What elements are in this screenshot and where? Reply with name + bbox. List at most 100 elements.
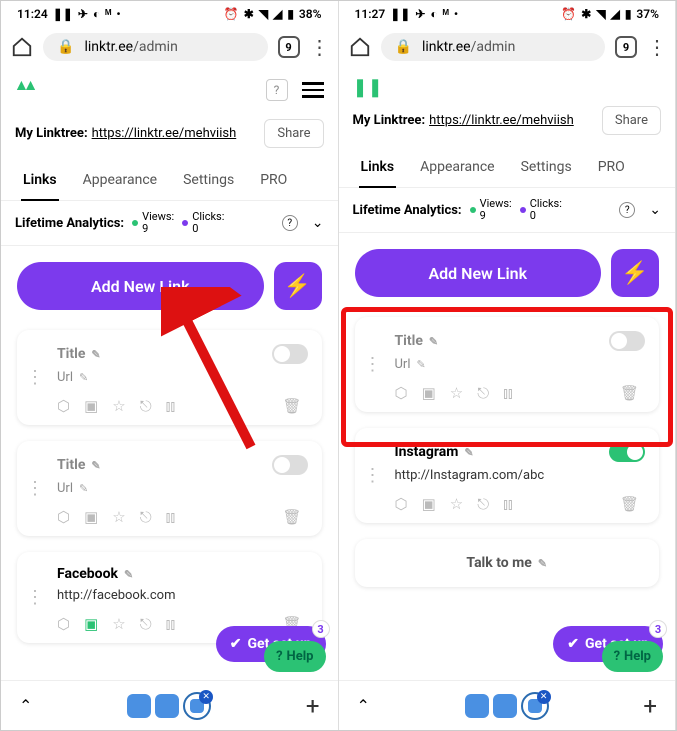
thumbnail-icon[interactable]: ⬡ [395, 495, 408, 513]
schedule-icon[interactable]: ⎋ [140, 615, 152, 633]
tab-links[interactable]: Links [359, 149, 397, 187]
pencil-icon[interactable]: ✎ [79, 371, 88, 384]
drag-handle-icon[interactable]: ⋮ [355, 428, 391, 523]
share-button[interactable]: Share [602, 106, 661, 135]
tab-appearance[interactable]: Appearance [418, 149, 496, 187]
tab-icon[interactable] [155, 694, 179, 718]
pencil-icon[interactable]: ✎ [124, 568, 133, 581]
chevron-down-icon[interactable]: ⌄ [312, 215, 324, 231]
chart-icon[interactable]: ⫾⫾ [503, 384, 513, 402]
status-time: 11:24 [17, 7, 48, 21]
schedule-icon[interactable]: ⎋ [140, 508, 152, 526]
link-card: ⋮ Instagram✎ http://Instagram.com/abc ⬡ … [355, 428, 660, 523]
trash-icon[interactable]: 🗑 [620, 384, 639, 402]
talk-to-me-card[interactable]: Talk to me ✎ [355, 539, 660, 587]
image-icon[interactable]: ▣ [84, 615, 98, 633]
tab-count[interactable]: 9 [278, 36, 300, 58]
tab-icon[interactable] [493, 694, 517, 718]
toggle-switch[interactable] [272, 455, 308, 475]
url-path: /admin [133, 39, 178, 55]
help-badge-icon[interactable]: ? [266, 79, 288, 101]
pencil-icon[interactable]: ✎ [429, 335, 438, 348]
add-new-link-button[interactable]: Add New Link [355, 249, 602, 297]
chart-icon[interactable]: ⫾⫾ [166, 615, 176, 633]
star-icon[interactable]: ☆ [112, 397, 125, 415]
toggle-switch[interactable] [609, 331, 645, 351]
tab-settings[interactable]: Settings [181, 162, 236, 200]
tab-icon[interactable] [127, 694, 151, 718]
home-icon[interactable] [349, 37, 371, 57]
pencil-icon[interactable]: ✎ [464, 446, 473, 459]
question-icon[interactable]: ? [282, 215, 298, 231]
help-button[interactable]: ?Help [602, 641, 663, 672]
trash-icon[interactable]: 🗑 [282, 397, 301, 415]
tab-pro[interactable]: PRO [596, 149, 627, 187]
card-url: Url✎ [57, 481, 308, 496]
app-header: ? [1, 69, 338, 111]
image-icon[interactable]: ▣ [84, 397, 98, 415]
tab-links[interactable]: Links [21, 162, 59, 200]
url-bar[interactable]: 🔒 linktr.ee/admin [43, 33, 268, 61]
thumbnail-icon[interactable]: ⬡ [57, 615, 70, 633]
schedule-icon[interactable]: ⎋ [477, 384, 489, 402]
pencil-icon[interactable]: ✎ [417, 358, 426, 371]
pencil-icon[interactable]: ✎ [91, 348, 100, 361]
add-new-link-button[interactable]: Add New Link [17, 262, 264, 310]
chart-icon[interactable]: ⫾⫾ [503, 495, 513, 513]
drag-handle-icon[interactable]: ⋮ [17, 330, 53, 425]
hamburger-menu-icon[interactable] [302, 82, 324, 98]
thumbnail-icon[interactable]: ⬡ [57, 397, 70, 415]
plus-icon[interactable]: + [643, 692, 657, 720]
pencil-icon[interactable]: ✎ [538, 557, 547, 570]
url-bar[interactable]: 🔒 linktr.ee/admin [381, 33, 606, 61]
toggle-switch[interactable] [272, 344, 308, 364]
schedule-icon[interactable]: ⎋ [140, 397, 152, 415]
my-linktree-url[interactable]: https://linktr.ee/mehviish [429, 113, 574, 128]
star-icon[interactable]: ☆ [450, 384, 463, 402]
browser-menu-icon[interactable]: ⋮ [647, 35, 665, 59]
tab-settings[interactable]: Settings [519, 149, 574, 187]
drag-handle-icon[interactable]: ⋮ [355, 317, 391, 412]
my-linktree-row: My Linktree: https://linktr.ee/mehviish … [1, 111, 338, 156]
share-button[interactable]: Share [264, 119, 323, 148]
plus-icon[interactable]: + [306, 692, 320, 720]
star-icon[interactable]: ☆ [112, 615, 125, 633]
bolt-button[interactable]: ⚡ [274, 262, 322, 310]
pencil-icon[interactable]: ✎ [79, 482, 88, 495]
chart-icon[interactable]: ⫾⫾ [166, 397, 176, 415]
close-icon[interactable]: ✕ [537, 690, 551, 704]
schedule-icon[interactable]: ⎋ [477, 495, 489, 513]
drag-handle-icon[interactable]: ⋮ [17, 552, 53, 643]
home-icon[interactable] [11, 37, 33, 57]
thumbnail-icon[interactable]: ⬡ [395, 384, 408, 402]
tab-active-icon[interactable]: ✕ [183, 692, 211, 720]
drag-handle-icon[interactable]: ⋮ [17, 441, 53, 536]
pencil-icon[interactable]: ✎ [91, 459, 100, 472]
trash-icon[interactable]: 🗑 [620, 495, 639, 513]
chevron-up-icon[interactable]: ⌃ [357, 696, 370, 715]
image-icon[interactable]: ▣ [84, 508, 98, 526]
tab-appearance[interactable]: Appearance [81, 162, 159, 200]
star-icon[interactable]: ☆ [112, 508, 125, 526]
close-icon[interactable]: ✕ [199, 690, 213, 704]
image-icon[interactable]: ▣ [422, 495, 436, 513]
bolt-button[interactable]: ⚡ [611, 249, 659, 297]
thumbnail-icon[interactable]: ⬡ [57, 508, 70, 526]
dot-green-icon [132, 220, 138, 226]
tab-pro[interactable]: PRO [258, 162, 289, 200]
browser-menu-icon[interactable]: ⋮ [310, 35, 328, 59]
my-linktree-url[interactable]: https://linktr.ee/mehviish [92, 126, 237, 141]
toggle-switch[interactable] [609, 442, 645, 462]
chevron-down-icon[interactable]: ⌄ [649, 202, 661, 218]
linktree-logo[interactable] [15, 79, 37, 101]
tab-icon[interactable] [465, 694, 489, 718]
tab-count[interactable]: 9 [615, 36, 637, 58]
chevron-up-icon[interactable]: ⌃ [19, 696, 32, 715]
help-button[interactable]: ?Help [264, 641, 325, 672]
trash-icon[interactable]: 🗑 [282, 508, 301, 526]
tab-active-icon[interactable]: ✕ [521, 692, 549, 720]
image-icon[interactable]: ▣ [422, 384, 436, 402]
star-icon[interactable]: ☆ [450, 495, 463, 513]
question-icon[interactable]: ? [619, 202, 635, 218]
chart-icon[interactable]: ⫾⫾ [166, 508, 176, 526]
